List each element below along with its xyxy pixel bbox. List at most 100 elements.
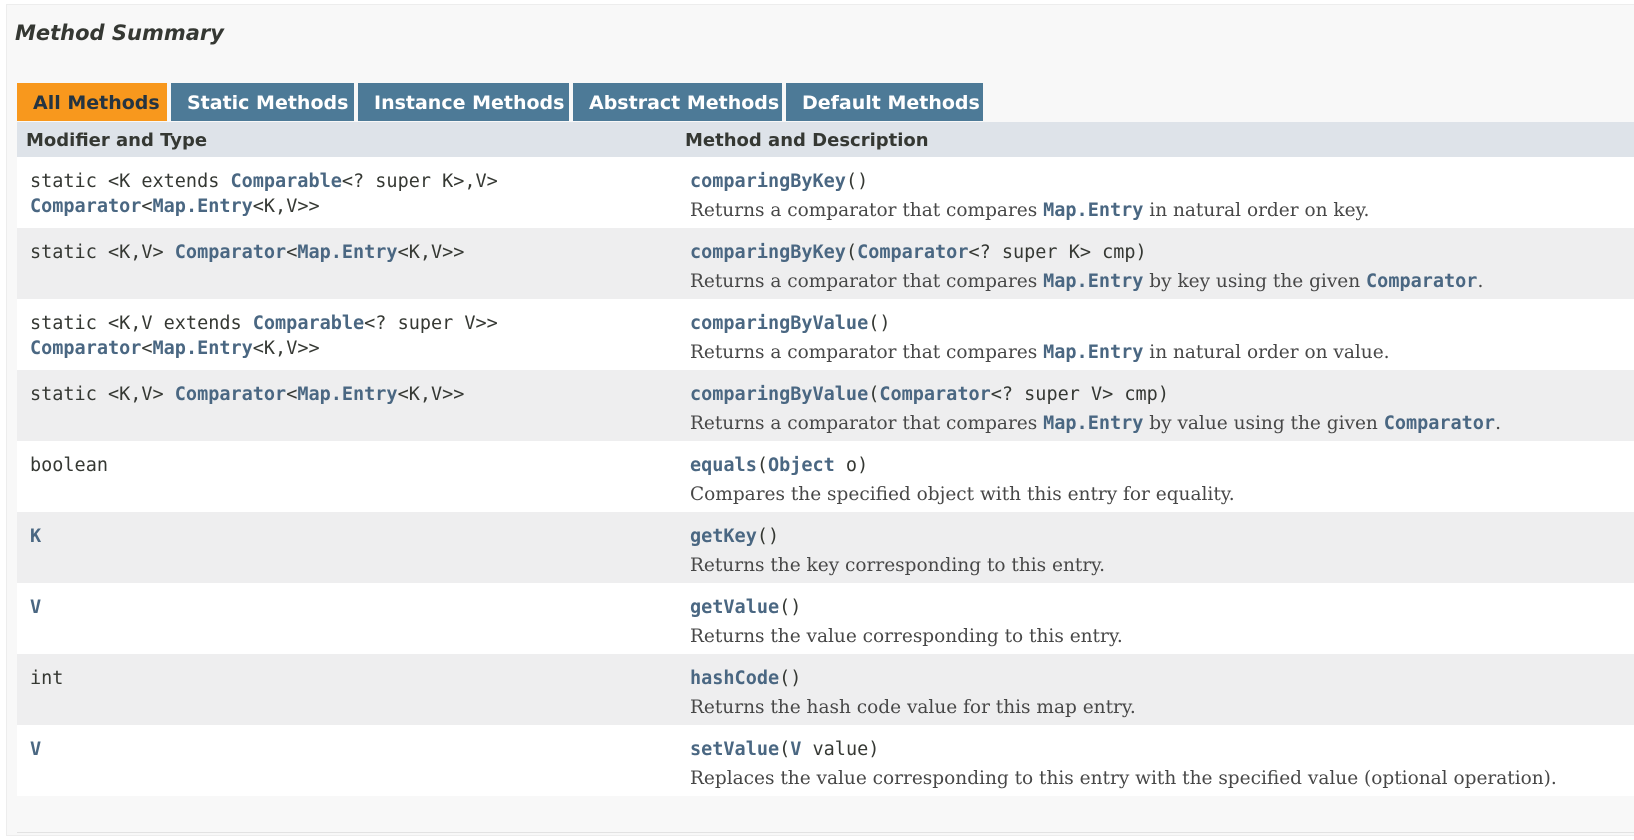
type-link-v[interactable]: V <box>30 597 41 618</box>
description-text: Replaces the value corresponding to this… <box>690 768 1557 789</box>
modifier-cell: boolean <box>30 453 670 478</box>
method-description: Returns the key corresponding to this en… <box>690 553 1630 578</box>
table-row: static <K,V> Comparator<Map.Entry<K,V>> … <box>17 228 1634 299</box>
modifier-text: <K,V>> <box>397 384 465 405</box>
method-signature: equals(Object o) <box>690 453 1630 478</box>
modifier-cell: K <box>30 524 670 549</box>
type-link-map-entry[interactable]: Map.Entry <box>297 384 397 405</box>
type-link-comparator[interactable]: Comparator <box>1366 271 1477 292</box>
type-link-map-entry[interactable]: Map.Entry <box>153 338 253 359</box>
type-link-map-entry[interactable]: Map.Entry <box>1043 413 1143 434</box>
table-row: V setValue(V value) Replaces the value c… <box>17 725 1634 796</box>
modifier-text: static <K,V> <box>30 242 175 263</box>
modifier-text: < <box>286 242 298 263</box>
table-row: static <K,V> Comparator<Map.Entry<K,V>> … <box>17 370 1634 441</box>
method-description: Returns a comparator that compares Map.E… <box>690 340 1630 365</box>
description-text: by value using the given <box>1143 413 1384 434</box>
signature-text: <? super K> cmp) <box>968 242 1147 263</box>
type-link-map-entry[interactable]: Map.Entry <box>153 196 253 217</box>
type-link-comparable[interactable]: Comparable <box>230 171 341 192</box>
type-link-comparator[interactable]: Comparator <box>30 196 141 217</box>
tab-all-methods[interactable]: All Methods <box>17 83 167 121</box>
modifier-cell: int <box>30 666 670 691</box>
modifier-text: < <box>141 196 153 217</box>
modifier-text: static <K,V extends <box>30 313 253 334</box>
table-bottom-border <box>17 832 1634 833</box>
method-description: Returns the value corresponding to this … <box>690 624 1630 649</box>
tab-static-methods[interactable]: Static Methods <box>171 83 354 121</box>
method-signature: getKey() <box>690 524 1630 549</box>
signature-text: () <box>779 668 802 689</box>
signature-text: <? super V> cmp) <box>990 384 1169 405</box>
type-link-v[interactable]: V <box>30 739 41 760</box>
description-text: in natural order on key. <box>1143 200 1370 221</box>
method-link-comparingbykey[interactable]: comparingByKey <box>690 171 846 192</box>
method-cell: comparingByValue(Comparator<? super V> c… <box>690 382 1630 436</box>
method-link-setvalue[interactable]: setValue <box>690 739 779 760</box>
description-text: . <box>1477 271 1484 292</box>
type-link-k[interactable]: K <box>30 526 41 547</box>
method-link-comparingbyvalue-cmp[interactable]: comparingByValue <box>690 384 868 405</box>
signature-text: () <box>868 313 891 334</box>
method-description: Replaces the value corresponding to this… <box>690 766 1630 791</box>
modifier-text: <K,V>> <box>252 196 320 217</box>
modifier-text: <K,V>> <box>397 242 465 263</box>
table-row: static <K extends Comparable<? super K>,… <box>17 157 1634 228</box>
type-link-map-entry[interactable]: Map.Entry <box>297 242 397 263</box>
method-cell: getValue() Returns the value correspondi… <box>690 595 1630 649</box>
method-description: Compares the specified object with this … <box>690 482 1630 507</box>
modifier-cell: static <K,V> Comparator<Map.Entry<K,V>> <box>30 240 670 265</box>
signature-text: ( <box>868 384 880 405</box>
description-text: in natural order on value. <box>1143 342 1390 363</box>
method-link-comparingbykey-cmp[interactable]: comparingByKey <box>690 242 846 263</box>
tab-instance-methods[interactable]: Instance Methods <box>358 83 569 121</box>
signature-text: o) <box>834 455 869 476</box>
method-signature: hashCode() <box>690 666 1630 691</box>
type-link-comparator[interactable]: Comparator <box>30 338 141 359</box>
method-link-getkey[interactable]: getKey <box>690 526 757 547</box>
type-link-comparator[interactable]: Comparator <box>175 242 286 263</box>
method-cell: comparingByKey(Comparator<? super K> cmp… <box>690 240 1630 294</box>
description-text: by key using the given <box>1143 271 1367 292</box>
type-link-comparable[interactable]: Comparable <box>253 313 364 334</box>
column-header-method: Method and Description <box>685 130 929 151</box>
modifier-cell: static <K extends Comparable<? super K>,… <box>30 169 670 219</box>
type-link-comparator[interactable]: Comparator <box>857 242 968 263</box>
modifier-cell: static <K,V> Comparator<Map.Entry<K,V>> <box>30 382 670 407</box>
modifier-text: <K,V>> <box>252 338 320 359</box>
description-text: Returns a comparator that compares <box>690 271 1044 292</box>
tab-abstract-methods[interactable]: Abstract Methods <box>573 83 782 121</box>
method-signature: comparingByKey(Comparator<? super K> cmp… <box>690 240 1630 265</box>
method-link-equals[interactable]: equals <box>690 455 757 476</box>
type-link-map-entry[interactable]: Map.Entry <box>1043 271 1143 292</box>
method-cell: getKey() Returns the key corresponding t… <box>690 524 1630 578</box>
type-link-comparator[interactable]: Comparator <box>879 384 990 405</box>
method-link-getvalue[interactable]: getValue <box>690 597 779 618</box>
modifier-text: int <box>30 668 64 689</box>
description-text: . <box>1495 413 1501 434</box>
type-link-comparator[interactable]: Comparator <box>1384 413 1495 434</box>
type-link-object[interactable]: Object <box>768 455 835 476</box>
method-signature: setValue(V value) <box>690 737 1630 762</box>
signature-text: () <box>756 526 780 547</box>
tab-default-methods[interactable]: Default Methods <box>786 83 983 121</box>
section-title: Method Summary <box>15 21 224 45</box>
method-summary-table: Modifier and Type Method and Description… <box>17 122 1634 796</box>
type-link-v[interactable]: V <box>790 739 801 760</box>
table-row: boolean equals(Object o) Compares the sp… <box>17 441 1634 512</box>
modifier-text: static <K,V> <box>30 384 175 405</box>
method-cell: setValue(V value) Replaces the value cor… <box>690 737 1630 791</box>
method-link-comparingbyvalue[interactable]: comparingByValue <box>690 313 868 334</box>
modifier-cell: V <box>30 737 670 762</box>
type-link-comparator[interactable]: Comparator <box>175 384 286 405</box>
method-description: Returns the hash code value for this map… <box>690 695 1630 720</box>
modifier-cell: static <K,V extends Comparable<? super V… <box>30 311 670 361</box>
description-text: Returns the key corresponding to this en… <box>690 555 1106 576</box>
signature-text: ( <box>756 455 768 476</box>
method-signature: comparingByKey() <box>690 169 1630 194</box>
method-cell: equals(Object o) Compares the specified … <box>690 453 1630 507</box>
type-link-map-entry[interactable]: Map.Entry <box>1043 342 1143 363</box>
description-text: Returns a comparator that compares <box>690 200 1044 221</box>
type-link-map-entry[interactable]: Map.Entry <box>1043 200 1143 221</box>
method-link-hashcode[interactable]: hashCode <box>690 668 779 689</box>
